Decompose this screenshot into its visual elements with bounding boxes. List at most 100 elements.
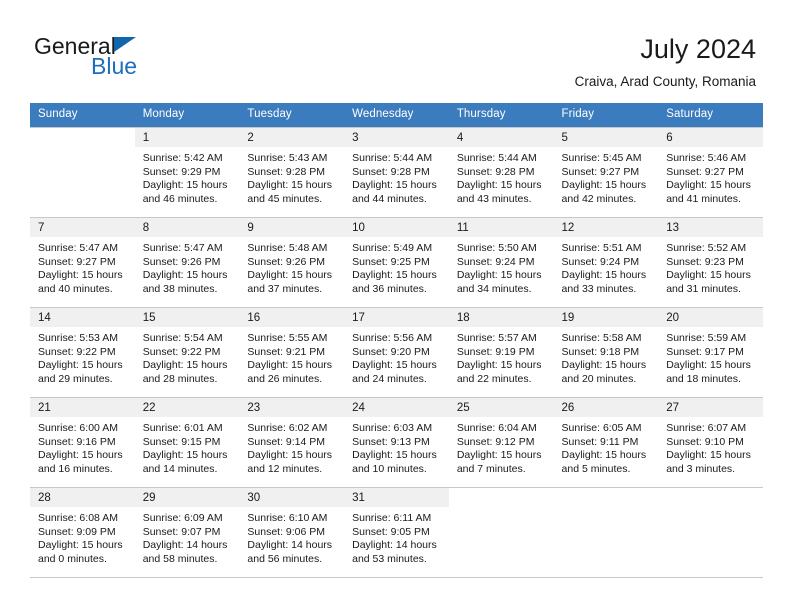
sunrise-text: Sunrise: 5:55 AM [247, 332, 328, 344]
day-number: 31 [344, 488, 449, 507]
calendar-day-cell[interactable]: 12 Sunrise: 5:51 AM Sunset: 9:24 PM Dayligh… [553, 217, 659, 308]
day-number: 10 [344, 218, 449, 237]
calendar-day-cell[interactable]: 4 Sunrise: 5:44 AM Sunset: 9:28 PM Daylight… [448, 127, 554, 218]
day-detail-lines: Sunrise: 5:51 AM Sunset: 9:24 PM Daylight:… [554, 237, 659, 297]
page-subtitle-location: Craiva, Arad County, Romania [574, 74, 756, 89]
calendar-day-cell[interactable]: 28 Sunrise: 6:08 AM Sunset: 9:09 PM Dayligh… [30, 487, 135, 578]
day-number: 1 [134, 128, 240, 147]
weekday-header-wednesday: Wednesday [344, 103, 449, 128]
day-detail-lines: Sunrise: 5:48 AM Sunset: 9:26 PM Daylight:… [239, 237, 344, 297]
daylight-text-continued: and 7 minutes. [456, 463, 526, 476]
general-blue-logo[interactable]: General Blue [34, 34, 274, 86]
calendar-day-cell[interactable]: 20 Sunrise: 5:59 AM Sunset: 9:17 PM Dayligh… [658, 307, 763, 398]
calendar-day-cell[interactable]: 21 Sunrise: 6:00 AM Sunset: 9:16 PM Dayligh… [30, 397, 135, 488]
day-cell-inner: 9 Sunrise: 5:48 AM Sunset: 9:26 PM Daylight… [239, 218, 345, 307]
day-cell-inner [658, 488, 763, 577]
calendar-empty-cell [658, 487, 763, 578]
sunrise-text: Sunrise: 5:52 AM [666, 242, 747, 254]
calendar-day-cell[interactable]: 6 Sunrise: 5:46 AM Sunset: 9:27 PM Daylight… [658, 127, 763, 218]
sunrise-text: Sunrise: 5:45 AM [561, 152, 642, 164]
calendar-day-cell[interactable]: 24 Sunrise: 6:03 AM Sunset: 9:13 PM Dayligh… [344, 397, 449, 488]
daylight-text-continued: and 40 minutes. [38, 283, 113, 296]
sunrise-text: Sunrise: 5:54 AM [142, 332, 223, 344]
daylight-text: Daylight: 15 hours [38, 269, 123, 282]
calendar-day-cell[interactable]: 22 Sunrise: 6:01 AM Sunset: 9:15 PM Dayligh… [134, 397, 240, 488]
sunset-text: Sunset: 9:29 PM [142, 165, 221, 178]
calendar-table: Sunday Monday Tuesday Wednesday Thursday Frid… [30, 103, 763, 578]
calendar-day-cell[interactable]: 31 Sunrise: 6:11 AM Sunset: 9:05 PM Dayligh… [344, 487, 449, 578]
calendar-day-cell[interactable]: 29 Sunrise: 6:09 AM Sunset: 9:07 PM Dayligh… [134, 487, 240, 578]
sunset-text: Sunset: 9:23 PM [666, 255, 744, 268]
sunrise-text: Sunrise: 5:49 AM [352, 242, 433, 254]
calendar-day-cell[interactable]: 3 Sunrise: 5:44 AM Sunset: 9:28 PM Daylight… [344, 127, 449, 218]
day-cell-inner [554, 488, 659, 577]
sunrise-text: Sunrise: 5:47 AM [142, 242, 223, 254]
calendar-day-cell[interactable]: 5 Sunrise: 5:45 AM Sunset: 9:27 PM Daylight… [553, 127, 659, 218]
calendar-day-cell[interactable]: 23 Sunrise: 6:02 AM Sunset: 9:14 PM Dayligh… [239, 397, 345, 488]
calendar-week-row: 7 Sunrise: 5:47 AM Sunset: 9:27 PM Daylight… [30, 217, 763, 308]
calendar-day-cell[interactable]: 25 Sunrise: 6:04 AM Sunset: 9:12 PM Dayligh… [448, 397, 554, 488]
sunrise-text: Sunrise: 5:48 AM [247, 242, 328, 254]
day-cell-inner: 15 Sunrise: 5:54 AM Sunset: 9:22 PM Dayligh… [134, 308, 240, 397]
sunrise-text: Sunrise: 5:51 AM [561, 242, 642, 254]
calendar-day-cell[interactable]: 17 Sunrise: 5:56 AM Sunset: 9:20 PM Dayligh… [344, 307, 449, 398]
day-cell-inner: 20 Sunrise: 5:59 AM Sunset: 9:17 PM Dayligh… [658, 308, 763, 397]
title-block: July 2024 Craiva, Arad County, Romania [575, 33, 756, 90]
calendar-day-cell[interactable]: 16 Sunrise: 5:55 AM Sunset: 9:21 PM Dayligh… [239, 307, 345, 398]
calendar-day-cell[interactable]: 19 Sunrise: 5:58 AM Sunset: 9:18 PM Dayligh… [553, 307, 659, 398]
weekday-header-thursday: Thursday [448, 103, 554, 128]
day-detail-lines: Sunrise: 5:44 AM Sunset: 9:28 PM Daylight:… [344, 147, 449, 207]
sunrise-text: Sunrise: 5:53 AM [38, 332, 118, 344]
sunset-text: Sunset: 9:26 PM [247, 255, 326, 268]
day-cell-inner: 23 Sunrise: 6:02 AM Sunset: 9:14 PM Dayligh… [239, 398, 345, 487]
sunrise-text: Sunrise: 5:44 AM [456, 152, 537, 164]
day-number: 8 [134, 218, 240, 237]
day-cell-inner: 21 Sunrise: 6:00 AM Sunset: 9:16 PM Dayligh… [30, 398, 135, 487]
day-detail-lines: Sunrise: 6:00 AM Sunset: 9:16 PM Daylight:… [30, 417, 135, 477]
daylight-text: Daylight: 14 hours [247, 539, 333, 552]
sunrise-text: Sunrise: 6:07 AM [666, 422, 747, 434]
calendar-day-cell[interactable]: 2 Sunrise: 5:43 AM Sunset: 9:28 PM Daylight… [239, 127, 345, 218]
daylight-text-continued: and 56 minutes. [247, 553, 323, 566]
sunset-text: Sunset: 9:28 PM [247, 165, 326, 178]
daylight-text: Daylight: 15 hours [38, 359, 123, 372]
calendar-day-cell[interactable]: 13 Sunrise: 5:52 AM Sunset: 9:23 PM Dayligh… [658, 217, 763, 308]
day-cell-inner: 2 Sunrise: 5:43 AM Sunset: 9:28 PM Daylight… [239, 128, 345, 217]
sunset-text: Sunset: 9:16 PM [38, 435, 116, 448]
calendar-day-cell[interactable]: 11 Sunrise: 5:50 AM Sunset: 9:24 PM Dayligh… [448, 217, 554, 308]
day-detail-lines: Sunrise: 5:45 AM Sunset: 9:27 PM Daylight:… [554, 147, 659, 207]
daylight-text-continued: and 58 minutes. [142, 553, 218, 566]
daylight-text-continued: and 10 minutes. [352, 463, 427, 476]
calendar-day-cell[interactable]: 15 Sunrise: 5:54 AM Sunset: 9:22 PM Dayligh… [134, 307, 240, 398]
sunset-text: Sunset: 9:27 PM [38, 255, 116, 268]
daylight-text: Daylight: 15 hours [456, 269, 542, 282]
sunset-text: Sunset: 9:18 PM [561, 345, 640, 358]
calendar-day-cell[interactable]: 18 Sunrise: 5:57 AM Sunset: 9:19 PM Dayligh… [448, 307, 554, 398]
day-detail-lines: Sunrise: 5:55 AM Sunset: 9:21 PM Daylight:… [239, 327, 344, 387]
calendar-day-cell[interactable]: 7 Sunrise: 5:47 AM Sunset: 9:27 PM Daylight… [30, 217, 135, 308]
calendar-day-cell[interactable]: 10 Sunrise: 5:49 AM Sunset: 9:25 PM Dayligh… [344, 217, 449, 308]
sunset-text: Sunset: 9:15 PM [142, 435, 221, 448]
day-number: 7 [30, 218, 135, 237]
daylight-text-continued: and 5 minutes. [561, 463, 631, 476]
sunrise-text: Sunrise: 6:09 AM [142, 512, 223, 524]
page-title: July 2024 [640, 34, 756, 64]
calendar-week-row: 28 Sunrise: 6:08 AM Sunset: 9:09 PM Dayligh… [30, 487, 763, 578]
day-cell-inner: 16 Sunrise: 5:55 AM Sunset: 9:21 PM Dayligh… [239, 308, 345, 397]
daylight-text-continued: and 20 minutes. [561, 373, 637, 386]
calendar-day-cell[interactable]: 30 Sunrise: 6:10 AM Sunset: 9:06 PM Dayligh… [239, 487, 345, 578]
calendar-day-cell[interactable]: 27 Sunrise: 6:07 AM Sunset: 9:10 PM Dayligh… [658, 397, 763, 488]
weekday-header-monday: Monday [134, 103, 240, 128]
sunrise-text: Sunrise: 5:43 AM [247, 152, 328, 164]
calendar-day-cell[interactable]: 8 Sunrise: 5:47 AM Sunset: 9:26 PM Daylight… [134, 217, 240, 308]
weekday-header-friday: Friday [553, 103, 659, 128]
calendar-empty-cell [553, 487, 659, 578]
calendar-day-cell[interactable]: 1 Sunrise: 5:42 AM Sunset: 9:29 PM Daylight… [134, 127, 240, 218]
day-cell-inner: 28 Sunrise: 6:08 AM Sunset: 9:09 PM Dayligh… [30, 488, 135, 577]
sunrise-text: Sunrise: 5:47 AM [38, 242, 118, 254]
day-cell-inner: 10 Sunrise: 5:49 AM Sunset: 9:25 PM Dayligh… [344, 218, 449, 307]
calendar-day-cell[interactable]: 26 Sunrise: 6:05 AM Sunset: 9:11 PM Dayligh… [553, 397, 659, 488]
calendar-day-cell[interactable]: 9 Sunrise: 5:48 AM Sunset: 9:26 PM Daylight… [239, 217, 345, 308]
calendar-day-cell[interactable]: 14 Sunrise: 5:53 AM Sunset: 9:22 PM Dayligh… [30, 307, 135, 398]
day-cell-inner: 17 Sunrise: 5:56 AM Sunset: 9:20 PM Dayligh… [344, 308, 449, 397]
